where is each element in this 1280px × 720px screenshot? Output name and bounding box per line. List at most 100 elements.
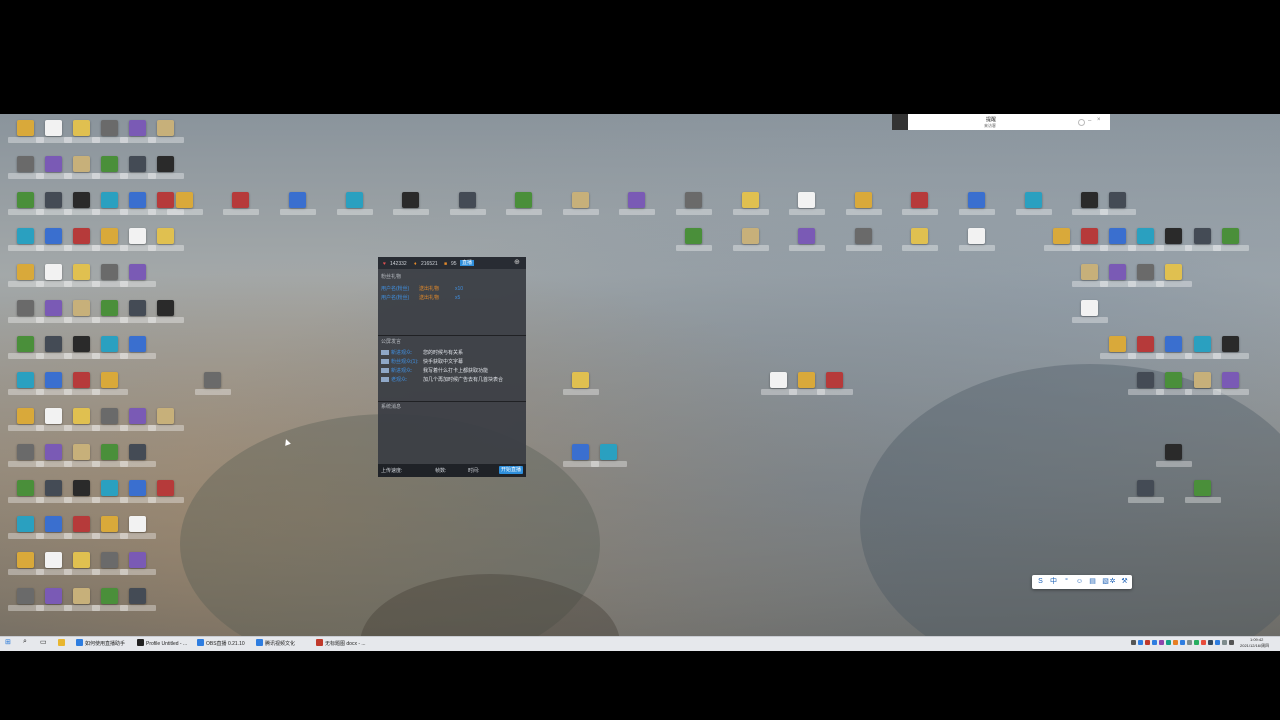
desktop-shortcut-icon[interactable]: [450, 192, 486, 216]
tray-icon[interactable]: [1131, 640, 1136, 645]
desktop-shortcut-icon[interactable]: [36, 156, 72, 180]
desktop-shortcut-icon[interactable]: [8, 228, 44, 252]
desktop-shortcut-icon[interactable]: [92, 588, 128, 612]
desktop-shortcut-icon[interactable]: [64, 516, 100, 540]
desktop-shortcut-icon[interactable]: [92, 552, 128, 576]
desktop-shortcut-icon[interactable]: [8, 516, 44, 540]
desktop-shortcut-icon[interactable]: [120, 192, 156, 216]
desktop-shortcut-icon[interactable]: [591, 444, 627, 468]
desktop-shortcut-icon[interactable]: [280, 192, 316, 216]
desktop-shortcut-icon[interactable]: [120, 408, 156, 432]
desktop-shortcut-icon[interactable]: [1185, 372, 1221, 396]
desktop-shortcut-icon[interactable]: [92, 300, 128, 324]
desktop-shortcut-icon[interactable]: [92, 336, 128, 360]
windows-start-icon[interactable]: ⊞: [5, 638, 11, 647]
desktop-shortcut-icon[interactable]: [36, 336, 72, 360]
desktop-shortcut-icon[interactable]: [8, 300, 44, 324]
desktop-shortcut-icon[interactable]: [1072, 228, 1108, 252]
desktop-shortcut-icon[interactable]: [36, 372, 72, 396]
desktop-shortcut-icon[interactable]: [64, 264, 100, 288]
live-chat-panel[interactable]: ♥ 142332 ♦ 216521 ■ 95 直播 ⊕ 粉丝礼物 用户名(粉丝)…: [378, 257, 526, 477]
start-live-button[interactable]: 开始直播: [499, 466, 524, 474]
desktop-shortcut-icon[interactable]: [64, 588, 100, 612]
desktop-shortcut-icon[interactable]: [1128, 264, 1164, 288]
desktop-shortcut-icon[interactable]: [148, 480, 184, 504]
desktop-shortcut-icon[interactable]: [92, 156, 128, 180]
desktop-shortcut-icon[interactable]: [8, 336, 44, 360]
desktop-shortcut-icon[interactable]: [1213, 228, 1249, 252]
ime-emoji-icon[interactable]: ☺: [1075, 577, 1084, 586]
desktop-shortcut-icon[interactable]: [36, 408, 72, 432]
ime-tools-icon[interactable]: ✲: [1108, 577, 1117, 586]
desktop-shortcut-icon[interactable]: [1156, 228, 1192, 252]
desktop-shortcut-icon[interactable]: [8, 480, 44, 504]
desktop-shortcut-icon[interactable]: [1100, 264, 1136, 288]
ime-settings-icon[interactable]: ⚒: [1120, 577, 1129, 586]
notification-popup[interactable]: 提醒 来访客 – ×: [892, 114, 1110, 130]
desktop-shortcut-icon[interactable]: [1016, 192, 1052, 216]
clock-date[interactable]: 2021/12/16/周四: [1240, 643, 1269, 652]
desktop-shortcut-icon[interactable]: [1156, 336, 1192, 360]
desktop-shortcut-icon[interactable]: [506, 192, 542, 216]
desktop-shortcut-icon[interactable]: [120, 120, 156, 144]
desktop-shortcut-icon[interactable]: [223, 192, 259, 216]
desktop-shortcut-icon[interactable]: [1213, 372, 1249, 396]
desktop-shortcut-icon[interactable]: [959, 228, 995, 252]
desktop-shortcut-icon[interactable]: [64, 156, 100, 180]
desktop-shortcut-icon[interactable]: [8, 156, 44, 180]
desktop-shortcut-icon[interactable]: [8, 444, 44, 468]
desktop-shortcut-icon[interactable]: [1185, 228, 1221, 252]
ime-keyboard-icon[interactable]: ▤: [1088, 577, 1097, 586]
desktop-shortcut-icon[interactable]: [120, 552, 156, 576]
desktop-shortcut-icon[interactable]: [846, 228, 882, 252]
desktop-shortcut-icon[interactable]: [64, 444, 100, 468]
desktop-shortcut-icon[interactable]: [8, 264, 44, 288]
desktop-shortcut-icon[interactable]: [92, 264, 128, 288]
desktop-shortcut-icon[interactable]: [92, 192, 128, 216]
desktop-shortcut-icon[interactable]: [64, 300, 100, 324]
desktop-shortcut-icon[interactable]: [789, 228, 825, 252]
desktop-shortcut-icon[interactable]: [148, 408, 184, 432]
tray-icon[interactable]: [1173, 640, 1178, 645]
desktop-shortcut-icon[interactable]: [846, 192, 882, 216]
desktop-shortcut-icon[interactable]: [36, 192, 72, 216]
tray-icon[interactable]: [1222, 640, 1227, 645]
tray-icon[interactable]: [1201, 640, 1206, 645]
tray-icon[interactable]: [1138, 640, 1143, 645]
desktop-shortcut-icon[interactable]: [676, 192, 712, 216]
ime-logo-icon[interactable]: S: [1036, 577, 1045, 586]
desktop-shortcut-icon[interactable]: [36, 228, 72, 252]
desktop-shortcut-icon[interactable]: [1156, 264, 1192, 288]
desktop-shortcut-icon[interactable]: [1128, 372, 1164, 396]
tray-icon[interactable]: [1215, 640, 1220, 645]
desktop-shortcut-icon[interactable]: [1128, 480, 1164, 504]
desktop-shortcut-icon[interactable]: [148, 228, 184, 252]
desktop-shortcut-icon[interactable]: [167, 192, 203, 216]
settings-icon[interactable]: [1078, 119, 1085, 126]
desktop-shortcut-icon[interactable]: [1185, 336, 1221, 360]
taskbar-app-button[interactable]: 腾讯视频文化: [256, 639, 295, 648]
desktop-shortcut-icon[interactable]: [902, 192, 938, 216]
search-icon[interactable]: ⊕: [514, 259, 520, 267]
tray-icon[interactable]: [1152, 640, 1157, 645]
desktop-shortcut-icon[interactable]: [1128, 228, 1164, 252]
desktop-shortcut-icon[interactable]: [8, 120, 44, 144]
desktop-shortcut-icon[interactable]: [563, 444, 599, 468]
desktop-shortcut-icon[interactable]: [36, 444, 72, 468]
task-view-icon[interactable]: ▭: [40, 638, 47, 647]
ime-punctuation-icon[interactable]: °: [1062, 577, 1071, 586]
desktop-shortcut-icon[interactable]: [1044, 228, 1080, 252]
minimize-icon[interactable]: –: [1088, 118, 1091, 124]
desktop-shortcut-icon[interactable]: [148, 120, 184, 144]
desktop-shortcut-icon[interactable]: [148, 156, 184, 180]
desktop-shortcut-icon[interactable]: [1128, 336, 1164, 360]
desktop-shortcut-icon[interactable]: [817, 372, 853, 396]
desktop-shortcut-icon[interactable]: [36, 480, 72, 504]
tray-icon[interactable]: [1145, 640, 1150, 645]
desktop-shortcut-icon[interactable]: [120, 264, 156, 288]
desktop-shortcut-icon[interactable]: [148, 300, 184, 324]
file-explorer-icon[interactable]: [58, 639, 67, 648]
tray-icon[interactable]: [1159, 640, 1164, 645]
desktop-shortcut-icon[interactable]: [36, 120, 72, 144]
desktop-shortcut-icon[interactable]: [8, 408, 44, 432]
